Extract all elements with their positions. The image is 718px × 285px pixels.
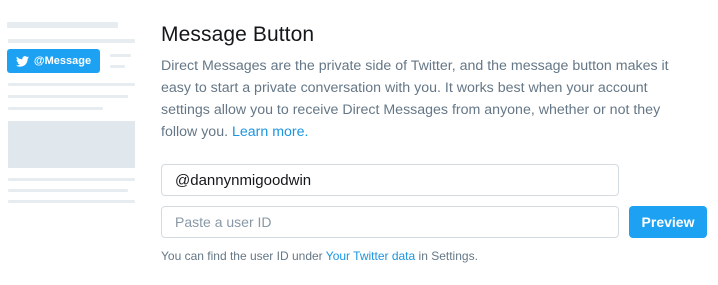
placeholder-line: [8, 39, 135, 43]
section-description: Direct Messages are the private side of …: [161, 55, 696, 143]
twitter-data-link[interactable]: Your Twitter data: [326, 249, 415, 263]
placeholder-line: [8, 189, 128, 192]
placeholder-line: [8, 95, 128, 98]
user-id-input[interactable]: [161, 206, 619, 238]
preview-button[interactable]: Preview: [629, 206, 707, 238]
placeholder-line: [8, 200, 135, 203]
placeholder-line: [7, 22, 118, 28]
placeholder-line: [8, 83, 135, 86]
placeholder-line: [8, 178, 135, 181]
hint-prefix: You can find the user ID under: [161, 249, 323, 263]
twitter-bird-icon: [15, 55, 29, 67]
placeholder-image: [8, 121, 135, 168]
user-id-hint: You can find the user ID under Your Twit…: [161, 249, 478, 263]
section-title: Message Button: [161, 23, 315, 46]
message-button-label: @Message: [33, 55, 92, 67]
placeholder-line: [8, 107, 103, 110]
message-button-illustration: @Message: [0, 0, 140, 285]
placeholder-line: [110, 54, 131, 57]
message-button-preview: @Message: [7, 49, 100, 73]
placeholder-line: [110, 65, 125, 68]
screen-name-input[interactable]: [161, 164, 619, 196]
hint-suffix: in Settings.: [418, 249, 478, 263]
learn-more-link[interactable]: Learn more.: [232, 124, 309, 140]
